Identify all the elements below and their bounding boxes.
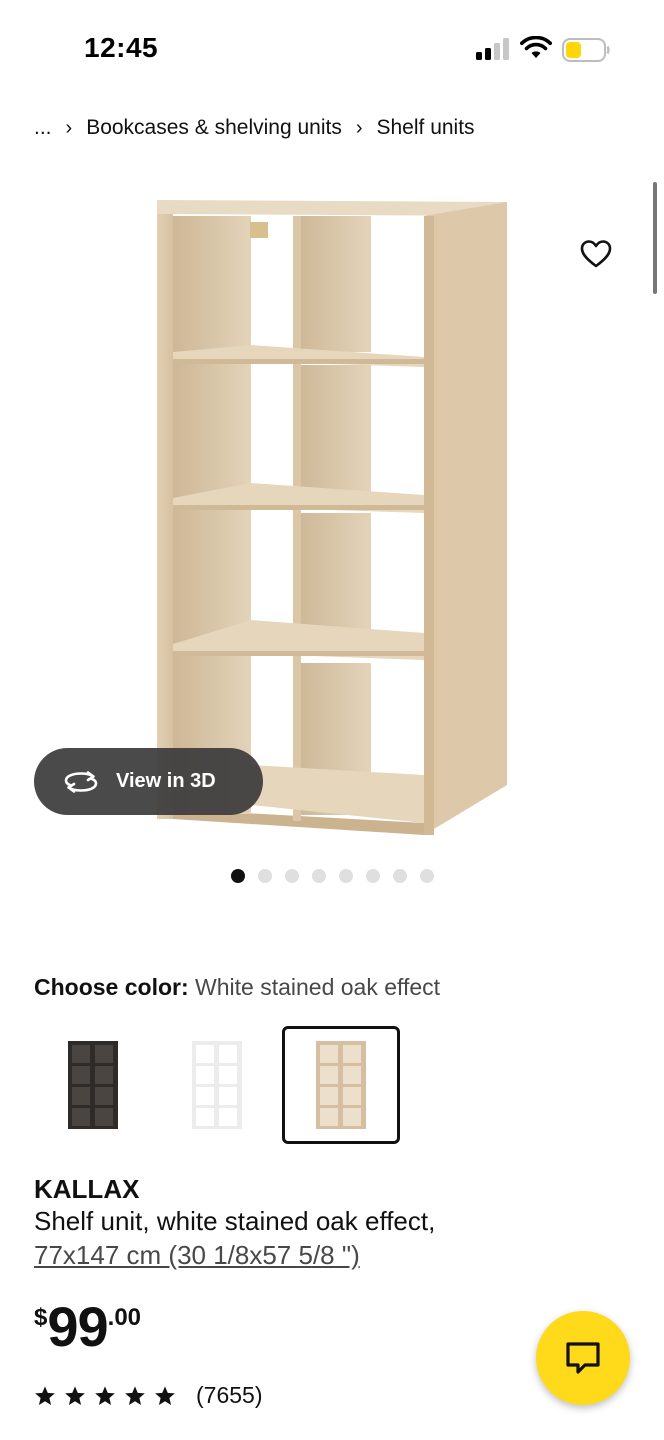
carousel-dot[interactable] [420,869,434,883]
chat-icon [566,1342,600,1374]
swatch-white-image [192,1041,242,1129]
rating-count: (7655) [196,1382,263,1408]
swatch-white-stained-oak-image [316,1041,366,1129]
carousel-dot[interactable] [366,869,380,883]
carousel-dot[interactable] [393,869,407,883]
carousel-dot[interactable] [312,869,326,883]
breadcrumb-ellipsis[interactable]: ... [34,116,52,140]
carousel-dots [231,869,434,883]
status-time: 12:45 [84,32,159,63]
carousel-dot[interactable] [285,869,299,883]
product-description: Shelf unit, white stained oak effect, [34,1206,436,1236]
chevron-right-icon: › [65,116,73,139]
scroll-indicator[interactable] [653,182,657,294]
carousel-dot[interactable] [258,869,272,883]
price-integer: 99 [47,1295,108,1358]
favorite-button[interactable] [574,232,618,276]
wifi-icon [520,36,552,58]
view-in-3d-button[interactable]: View in 3D [34,748,263,815]
product-name: KALLAX [34,1174,140,1204]
star-icon [155,1385,175,1405]
swatch-white[interactable] [158,1026,276,1144]
swatch-black-brown-image [68,1041,118,1129]
choose-color-label: Choose color: [34,974,189,1000]
chat-button[interactable] [536,1311,630,1405]
rotate-icon [64,770,98,793]
color-swatches [34,1026,400,1144]
price-currency: $ [34,1304,48,1331]
product-size-link[interactable]: 77x147 cm (30 1/8x57 5/8 ") [34,1240,360,1271]
selected-color-value: White stained oak effect [195,974,441,1000]
cellular-signal-icon [476,38,509,60]
star-icon [35,1385,55,1405]
battery-icon [562,38,610,62]
view-in-3d-label: View in 3D [116,770,216,792]
heart-icon [580,240,612,268]
status-bar: 12:45 [0,0,664,100]
breadcrumb: ... › Bookcases & shelving units › Shelf… [34,116,475,140]
product-price: $ 99 .00 [34,1296,141,1358]
breadcrumb-bookcases[interactable]: Bookcases & shelving units [86,116,342,140]
swatch-white-stained-oak[interactable] [282,1026,400,1144]
star-icon [65,1385,85,1405]
product-rating[interactable]: (7655) [34,1382,262,1409]
chevron-right-icon: › [355,116,363,139]
carousel-dot[interactable] [231,869,245,883]
product-image[interactable] [150,195,515,840]
swatch-black-brown[interactable] [34,1026,152,1144]
carousel-dot[interactable] [339,869,353,883]
price-decimal: .00 [107,1304,142,1331]
star-icon [125,1385,145,1405]
color-chooser-label: Choose color: White stained oak effect [34,974,440,1001]
star-icon [95,1385,115,1405]
breadcrumb-shelf-units[interactable]: Shelf units [377,116,475,140]
